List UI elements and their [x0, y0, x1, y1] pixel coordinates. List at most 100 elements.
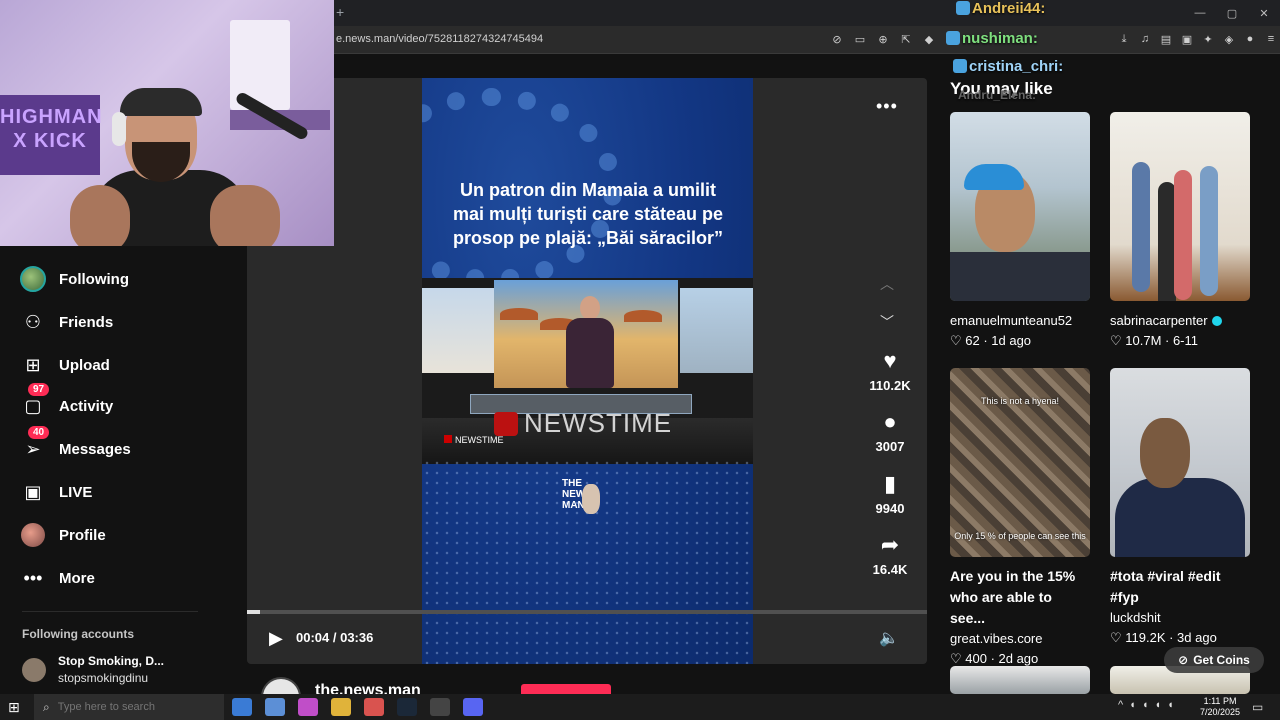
get-coins-label: Get Coins [1193, 653, 1250, 667]
verified-badge-icon [1211, 316, 1222, 326]
share-button[interactable]: ➦ 16.4K [865, 532, 915, 577]
get-coins-button[interactable]: ⊘ Get Coins [1164, 647, 1264, 673]
zoom-icon[interactable]: ⊕ [876, 31, 890, 47]
video-frame[interactable]: Un patron din Mamaia a umilit mai mulți … [422, 78, 753, 664]
taskbar-search-input[interactable] [57, 701, 208, 713]
sidebar-item-upload[interactable]: ⊞ Upload [20, 350, 110, 380]
messages-icon: ➢ 40 [20, 426, 50, 462]
save-button[interactable]: ▮ 9940 [865, 471, 915, 516]
save-count: 9940 [875, 501, 905, 516]
following-avatar [20, 266, 46, 292]
minimize-button[interactable]: — [1184, 0, 1216, 26]
previous-video-button[interactable]: ︿ [880, 274, 894, 294]
card-meta: ♡ 119.2K · 3d ago [1110, 630, 1217, 645]
following-accounts-heading: Following accounts [22, 627, 135, 641]
chat-badge-icon [946, 31, 960, 45]
streamer [70, 88, 280, 246]
recommended-card[interactable]: #tota #viral #edit #fyp luckdshit ♡ 119.… [1110, 368, 1250, 646]
sidebar-item-label: Upload [59, 356, 110, 374]
maximize-button[interactable]: ▢ [1216, 0, 1248, 26]
volume-icon[interactable]: 🔈 [879, 628, 899, 648]
comment-button[interactable]: ● 3007 [865, 409, 915, 454]
card-caption[interactable]: #tota #viral #edit #fyp [1110, 566, 1250, 608]
account-handle: stopsmokingdinu [58, 671, 149, 685]
tray-chevron-icon[interactable]: ^ [1118, 699, 1123, 711]
play-icon[interactable]: ▶ [269, 628, 287, 648]
sidebar-item-following[interactable]: Following [20, 264, 129, 294]
brave-icon[interactable] [364, 698, 384, 716]
task-view-icon[interactable] [232, 698, 252, 716]
activity-badge: 97 [28, 383, 50, 396]
wallet-icon[interactable]: ▣ [1180, 31, 1194, 47]
video-time: 00:04 / 03:36 [296, 630, 374, 645]
speaker-icon[interactable]: ◖ [1142, 699, 1149, 711]
new-tab-button[interactable]: + [336, 4, 344, 20]
following-account-item[interactable]: Stop Smoking, D... stopsmokingdinu [22, 654, 164, 685]
recommended-card[interactable]: This is not a hyena! Only 15 % of people… [950, 368, 1090, 667]
terminal-icon[interactable] [430, 698, 450, 716]
video-thumbnail[interactable] [950, 666, 1090, 694]
like-count: 110.2K [869, 378, 911, 393]
sidebar-item-live[interactable]: ▣ LIVE [20, 477, 92, 507]
video-thumbnail[interactable] [1110, 368, 1250, 557]
card-username[interactable]: great.vibes.core [950, 631, 1090, 646]
ai-icon[interactable]: ● [1243, 31, 1257, 47]
pip-icon[interactable]: ▭ [853, 31, 867, 47]
sidebar-item-friends[interactable]: ⚇ Friends [20, 307, 113, 337]
chat-badge-icon [956, 1, 970, 15]
recommended-card[interactable]: emanuelmunteanu52 ♡ 62 · 1d ago [950, 112, 1090, 349]
copilot-icon[interactable] [298, 698, 318, 716]
close-window-button[interactable]: ✕ [1248, 0, 1280, 26]
more-options-button[interactable]: ••• [876, 96, 898, 117]
share-icon[interactable]: ⇱ [899, 31, 913, 47]
download-icon[interactable]: ⤓ [1117, 31, 1131, 47]
vpn-icon[interactable]: ◈ [1222, 31, 1236, 47]
video-thumbnail[interactable] [1110, 112, 1250, 301]
card-username[interactable]: emanuelmunteanu52 [950, 313, 1090, 328]
profile-avatar [20, 522, 46, 548]
sidebar-divider [22, 611, 198, 612]
next-video-button[interactable]: ﹀ [880, 312, 894, 332]
window-controls: — ▢ ✕ [1184, 0, 1280, 26]
music-icon[interactable]: ♫ [1138, 31, 1152, 47]
speaker-icon[interactable]: ◖ [1129, 699, 1136, 711]
speaker-icon[interactable]: ◖ [1167, 699, 1174, 711]
streamer-webcam: HIGHMAN X KICK [0, 0, 334, 246]
windows-start-icon[interactable]: ⊞ [8, 699, 24, 715]
sidebar-item-profile[interactable]: Profile [20, 520, 106, 550]
like-button[interactable]: ♥ 110.2K [865, 348, 915, 393]
recommended-card[interactable]: sabrinacarpenter ♡ 10.7M · 6-11 [1110, 112, 1250, 349]
system-clock[interactable]: 1:11 PM 7/20/2025 [1200, 696, 1240, 718]
share-count: 16.4K [872, 562, 908, 577]
menu-icon[interactable]: ≡ [1264, 31, 1278, 47]
sidebar-item-label: Friends [59, 313, 114, 331]
card-username[interactable]: sabrinacarpenter [1110, 313, 1250, 328]
url-field[interactable]: e.news.man/video/7528118274324745494 [336, 33, 543, 45]
video-progress-bar[interactable] [247, 610, 927, 614]
sidebar-item-messages[interactable]: ➢ 40 Messages [20, 426, 131, 464]
notifications-icon[interactable]: ▭ [1252, 700, 1263, 714]
newstime-logo: NEWSTIME [494, 408, 672, 439]
account-name: Stop Smoking, D... [58, 654, 165, 668]
steam-icon[interactable] [397, 698, 417, 716]
reader-icon[interactable]: ⊘ [830, 31, 844, 47]
speaker-icon[interactable]: ◖ [1154, 699, 1161, 711]
sidebar-item-activity[interactable]: ▢ 97 Activity [20, 383, 114, 421]
video-thumbnail[interactable]: This is not a hyena! Only 15 % of people… [950, 368, 1090, 557]
card-caption[interactable]: Are you in the 15% who are able to see..… [950, 566, 1090, 629]
sidebar-toggle-icon[interactable]: ▤ [1159, 31, 1173, 47]
extensions-icon[interactable]: ✦ [1201, 31, 1215, 47]
chat-badge-icon [953, 59, 967, 73]
sidebar-item-label: Messages [59, 440, 131, 458]
video-player[interactable]: Un patron din Mamaia a umilit mai mulți … [247, 78, 927, 664]
chat-message: Andru_Elena: [958, 88, 1037, 102]
shield-icon[interactable]: ◆ [922, 31, 936, 47]
card-username[interactable]: luckdshit [1110, 610, 1250, 625]
video-thumbnail[interactable] [950, 112, 1090, 301]
file-explorer-icon[interactable] [331, 698, 351, 716]
discord-icon[interactable] [463, 698, 483, 716]
app-icon[interactable] [265, 698, 285, 716]
sidebar-item-more[interactable]: ••• More [20, 563, 95, 593]
sidebar-item-label: Activity [59, 397, 114, 415]
taskbar-search[interactable]: ⌕ [34, 694, 224, 720]
